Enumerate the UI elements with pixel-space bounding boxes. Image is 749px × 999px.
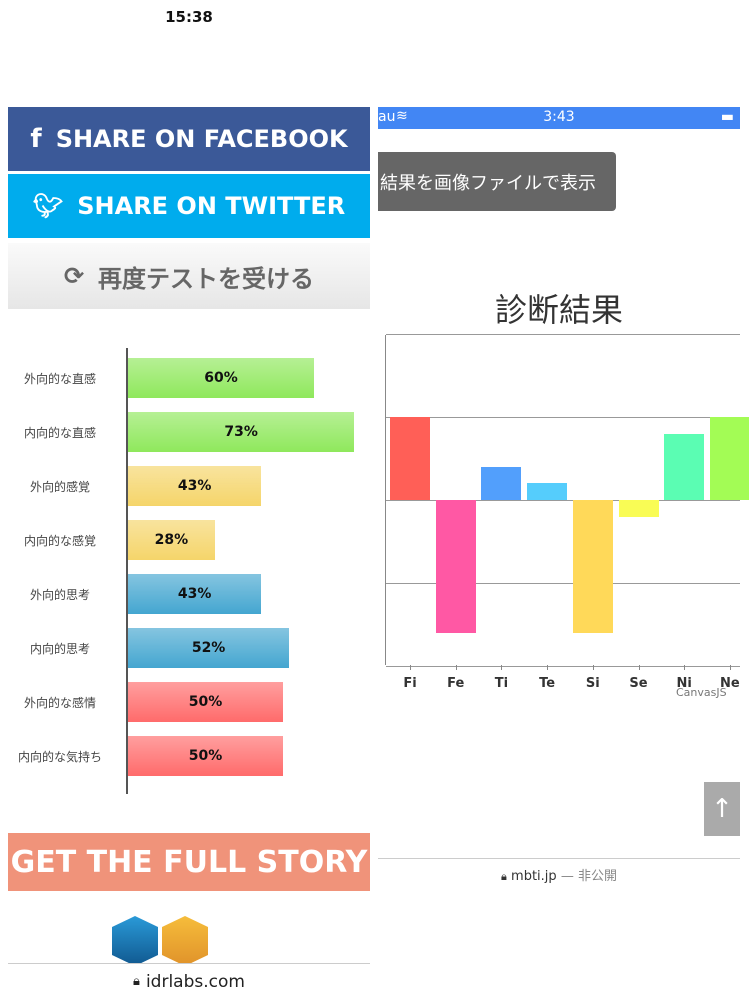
column-bar	[572, 500, 613, 633]
x-tick	[455, 665, 457, 670]
bar: 28%	[128, 520, 215, 560]
bar-value-label: 43%	[177, 586, 212, 602]
bar-category-label: 内向的思考	[29, 642, 90, 656]
column-bar	[481, 466, 522, 500]
bar-value-label: 52%	[191, 640, 226, 656]
bar-value-label: 50%	[188, 748, 223, 764]
column-bar	[664, 433, 705, 500]
x-tick-label: Fe	[447, 676, 465, 691]
bar-category-label: 内向的な直感	[23, 426, 96, 440]
twitter-icon: 🐦︎	[32, 192, 64, 220]
status-bar: au ≋ 3:43 ▬	[378, 107, 740, 129]
bar: 43%	[128, 466, 262, 506]
x-tick	[684, 665, 686, 670]
column-bar	[709, 417, 749, 500]
x-tick-label: Te	[539, 676, 556, 691]
bar-value-label: 43%	[177, 478, 212, 494]
status-time-right: 3:43	[543, 109, 575, 125]
x-tick-label: Fi	[403, 676, 417, 691]
chart-title: 診断結果	[494, 291, 623, 329]
share-facebook-button[interactable]: f SHARE ON FACEBOOK	[8, 107, 370, 171]
retest-button[interactable]: ⟳ 再度テストを受ける	[8, 243, 370, 309]
bar: 50%	[128, 736, 283, 776]
share-twitter-button[interactable]: 🐦︎ SHARE ON TWITTER	[8, 174, 370, 238]
lock-icon: 🔒︎	[133, 974, 140, 989]
bar: 50%	[128, 682, 283, 722]
gridline	[386, 334, 740, 335]
retest-label: 再度テストを受ける	[98, 264, 315, 293]
x-tick-label: Se	[629, 676, 648, 691]
x-tick	[592, 665, 594, 670]
x-tick	[547, 665, 549, 670]
x-tick	[729, 665, 731, 670]
column-bar	[390, 417, 430, 500]
arrow-up-icon: ↑	[711, 794, 733, 824]
lock-icon: 🔒︎	[501, 870, 507, 883]
status-time: 15:38	[165, 8, 213, 26]
url-domain: mbti.jp	[511, 869, 557, 884]
column-bar	[527, 483, 568, 500]
bar: 43%	[128, 574, 262, 614]
address-bar-right[interactable]: 🔒︎ mbti.jp — 非公開	[378, 858, 740, 884]
bar: 52%	[128, 628, 290, 668]
gridline	[386, 666, 740, 667]
bar-category-label: 外向的思考	[29, 588, 90, 602]
refresh-icon: ⟳	[63, 262, 85, 290]
bar-value-label: 50%	[188, 694, 223, 710]
bar-category-label: 外向的な感情	[23, 696, 96, 710]
get-full-story-button[interactable]: GET THE FULL STORY	[8, 833, 370, 891]
x-tick	[501, 665, 503, 670]
bed-icon: ▬	[720, 109, 734, 125]
column-bar	[618, 500, 659, 517]
facebook-icon: f	[30, 124, 42, 154]
bar-category-label: 外向的感覚	[29, 480, 90, 494]
bar-value-label: 60%	[204, 370, 238, 386]
address-bar[interactable]: 🔒︎ idrlabs.com	[8, 963, 370, 999]
url-text: idrlabs.com	[145, 971, 245, 992]
x-tick	[638, 665, 640, 670]
bar: 60%	[128, 358, 314, 398]
x-tick-label: Si	[585, 676, 600, 691]
bar-category-label: 内向的な気持ち	[17, 750, 102, 764]
show-image-button[interactable]: 結果を画像ファイルで表示	[378, 152, 616, 211]
bar-value-label: 73%	[224, 424, 258, 440]
canvasjs-credit[interactable]: CanvasJS	[676, 686, 727, 699]
bar-category-label: 外向的な直感	[23, 372, 96, 386]
bar-value-label: 28%	[154, 532, 189, 548]
x-tick	[410, 665, 411, 670]
column-bar	[435, 500, 476, 633]
bar: 73%	[128, 412, 355, 452]
gridline	[386, 417, 740, 418]
x-tick-label: Ti	[494, 676, 509, 691]
twitter-label: SHARE ON TWITTER	[77, 192, 346, 220]
url-suffix: — 非公開	[560, 869, 617, 884]
facebook-label: SHARE ON FACEBOOK	[55, 125, 348, 153]
scroll-top-button[interactable]: ↑	[704, 782, 740, 836]
idrlabs-logo	[112, 916, 208, 966]
bar-category-label: 内向的な感覚	[23, 534, 96, 548]
